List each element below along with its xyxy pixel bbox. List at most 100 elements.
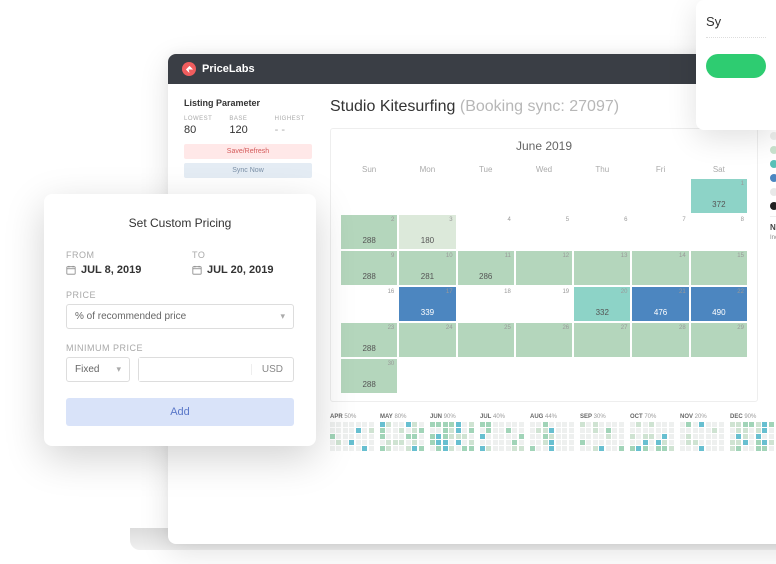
- calendar-cell[interactable]: [341, 179, 397, 213]
- legend-item: No: [770, 146, 776, 154]
- floating-panel-title: Sy: [706, 14, 766, 29]
- legend-dot-icon: [770, 202, 776, 210]
- calendar-cell[interactable]: 12: [516, 251, 572, 285]
- mini-months-row: APR 50% MAY 80% JUN 90%JUL 40% AUG 44% SEP 3…: [330, 414, 776, 451]
- calendar-cell[interactable]: 3180: [399, 215, 455, 249]
- calendar-cell[interactable]: 30288: [341, 359, 397, 393]
- calendar-cell[interactable]: [399, 359, 455, 393]
- highest-label: HIGHEST: [275, 116, 312, 122]
- listing-parameter-title: Listing Parameter: [184, 98, 312, 108]
- notes-heading: Notes: [770, 216, 776, 232]
- calendar-cell[interactable]: 18: [458, 287, 514, 321]
- save-refresh-button[interactable]: Save/Refresh: [184, 144, 312, 159]
- mini-month[interactable]: DEC 90%: [730, 414, 774, 451]
- base-value[interactable]: 120: [229, 124, 266, 136]
- calendar-cell[interactable]: 15: [691, 251, 747, 285]
- calendar-cell[interactable]: [574, 359, 630, 393]
- mini-month[interactable]: JUN 90%: [430, 414, 474, 451]
- calendar-day-head: Thu: [574, 163, 630, 176]
- calendar-cell[interactable]: 2288: [341, 215, 397, 249]
- mini-month[interactable]: OCT 70%: [630, 414, 674, 451]
- mini-month[interactable]: SEP 30%: [580, 414, 624, 451]
- lowest-label: LOWEST: [184, 116, 221, 122]
- calendar-icon: [66, 265, 76, 275]
- listing-main: Studio Kitesurfing (Booking sync: 27097)…: [330, 98, 776, 451]
- to-date-field[interactable]: JUL 20, 2019: [192, 264, 294, 276]
- from-label: FROM: [66, 250, 168, 260]
- custom-pricing-modal: Set Custom Pricing FROM JUL 8, 2019 TO J…: [44, 194, 316, 446]
- calendar-cell[interactable]: 14: [632, 251, 688, 285]
- add-button[interactable]: Add: [66, 398, 294, 426]
- calendar-cell[interactable]: 24: [399, 323, 455, 357]
- calendar-cell[interactable]: 16: [341, 287, 397, 321]
- calendar-day-head: Mon: [399, 163, 455, 176]
- mini-month-header: MAY 80%: [380, 414, 424, 420]
- mini-month-header: NOV 20%: [680, 414, 724, 420]
- listing-name: Studio Kitesurfing: [330, 98, 455, 115]
- calendar-cell[interactable]: 9288: [341, 251, 397, 285]
- calendar-cell[interactable]: 1372: [691, 179, 747, 213]
- divider: [706, 37, 766, 38]
- mini-month[interactable]: APR 50%: [330, 414, 374, 451]
- to-label: TO: [192, 250, 294, 260]
- calendar-cell[interactable]: [516, 359, 572, 393]
- calendar-cell[interactable]: 25: [458, 323, 514, 357]
- highest-value[interactable]: - -: [275, 124, 312, 136]
- calendar-cell[interactable]: [574, 179, 630, 213]
- calendar-day-head: Fri: [632, 163, 688, 176]
- calendar-cell[interactable]: 6: [574, 215, 630, 249]
- calendar-cell[interactable]: 13: [574, 251, 630, 285]
- price-select[interactable]: % of recommended price ▾: [66, 304, 294, 329]
- mini-month[interactable]: MAY 80%: [380, 414, 424, 451]
- mini-month-header: AUG 44%: [530, 414, 574, 420]
- calendar-cell[interactable]: [458, 359, 514, 393]
- calendar-cell[interactable]: [458, 179, 514, 213]
- calendar-cell[interactable]: 10281: [399, 251, 455, 285]
- min-price-input[interactable]: [139, 358, 251, 381]
- legend-dot-icon: [770, 174, 776, 182]
- min-price-type-select[interactable]: Fixed ▾: [66, 357, 130, 382]
- brand-icon: [182, 62, 196, 76]
- calendar-cell[interactable]: [691, 359, 747, 393]
- calendar-cell[interactable]: 21476: [632, 287, 688, 321]
- calendar-cell[interactable]: [632, 359, 688, 393]
- sync-now-button[interactable]: Sync Now: [184, 163, 312, 178]
- calendar-cell[interactable]: 4: [458, 215, 514, 249]
- listing-sync-id: (Booking sync: 27097): [460, 98, 619, 115]
- calendar-cell[interactable]: 29: [691, 323, 747, 357]
- calendar-cell[interactable]: 27: [574, 323, 630, 357]
- legend-dot-icon: [770, 160, 776, 168]
- calendar-cell[interactable]: 28: [632, 323, 688, 357]
- floating-panel: Sy: [696, 0, 776, 130]
- note-line: Increase Chr: [770, 235, 776, 241]
- chevron-down-icon: ▾: [116, 364, 121, 375]
- calendar-cell[interactable]: [632, 179, 688, 213]
- mini-month-header: SEP 30%: [580, 414, 624, 420]
- legend-item: Go: [770, 160, 776, 168]
- calendar-icon: [192, 265, 202, 275]
- mini-month[interactable]: AUG 44%: [530, 414, 574, 451]
- calendar-cell[interactable]: 22490: [691, 287, 747, 321]
- lowest-value[interactable]: 80: [184, 124, 221, 136]
- calendar-cell[interactable]: 23288: [341, 323, 397, 357]
- legend-dot-icon: [770, 132, 776, 140]
- calendar-cell[interactable]: 7: [632, 215, 688, 249]
- from-date-field[interactable]: JUL 8, 2019: [66, 264, 168, 276]
- mini-month-grid: [630, 422, 674, 451]
- mini-month[interactable]: JUL 40%: [480, 414, 524, 451]
- calendar-month: June 2019: [341, 139, 747, 153]
- calendar-cell[interactable]: 17339: [399, 287, 455, 321]
- calendar-cell[interactable]: 11286: [458, 251, 514, 285]
- calendar-cell[interactable]: 19: [516, 287, 572, 321]
- mini-month[interactable]: NOV 20%: [680, 414, 724, 451]
- green-pill-button[interactable]: [706, 54, 766, 78]
- calendar-cell[interactable]: 8: [691, 215, 747, 249]
- calendar-cell[interactable]: 20332: [574, 287, 630, 321]
- calendar-cell[interactable]: 26: [516, 323, 572, 357]
- mini-month-grid: [380, 422, 424, 451]
- calendar-cell[interactable]: [399, 179, 455, 213]
- top-bar: PriceLabs Dynamic Pricing: [168, 54, 776, 84]
- calendar-cell[interactable]: [516, 179, 572, 213]
- calendar-cell[interactable]: 5: [516, 215, 572, 249]
- calendar-grid[interactable]: 1372 2288318045678 9288102811128612131415 1…: [341, 179, 747, 393]
